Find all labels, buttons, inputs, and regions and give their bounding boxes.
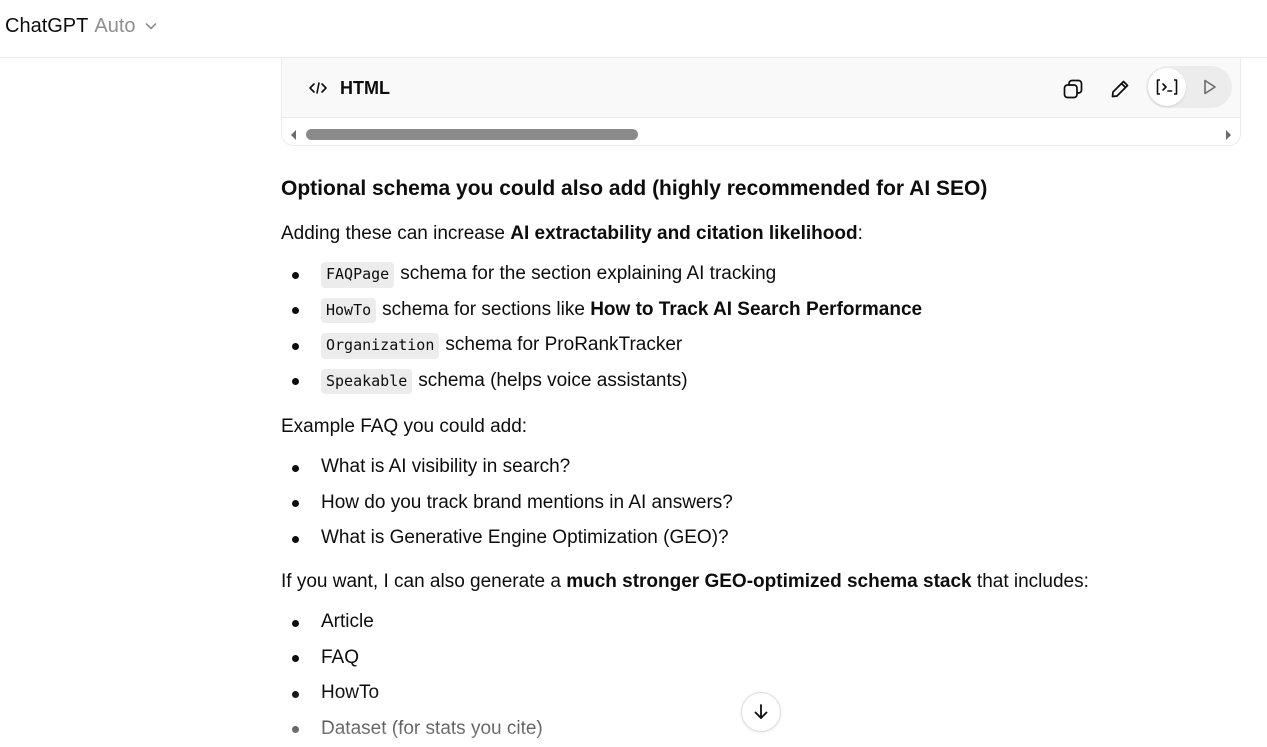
code-icon — [308, 80, 328, 96]
list-item-text: schema for ProRankTracker — [445, 333, 682, 358]
play-icon — [1199, 77, 1219, 97]
edit-icon — [1109, 78, 1131, 100]
intro-text: Adding these can increase — [281, 223, 510, 244]
intro-paragraph: Adding these can increase AI extractabil… — [281, 222, 863, 247]
intro-suffix: : — [858, 223, 863, 244]
horizontal-scrollbar[interactable] — [282, 126, 1240, 144]
list-item: Organizationschema for ProRankTracker — [281, 328, 922, 364]
scroll-left-arrow-icon[interactable] — [288, 128, 298, 142]
list-item: FAQ — [281, 641, 543, 677]
preview-button[interactable] — [1190, 68, 1228, 106]
code-block: HTML — [281, 58, 1241, 146]
edit-button[interactable] — [1101, 70, 1139, 108]
inline-code: Speakable — [321, 369, 412, 395]
list-item: Speakableschema (helps voice assistants) — [281, 364, 922, 400]
list-item: HowTo — [281, 676, 543, 712]
section-heading: Optional schema you could also add (high… — [281, 175, 987, 202]
scrollbar-thumb[interactable] — [306, 129, 638, 140]
offer-paragraph: If you want, I can also generate a much … — [281, 570, 1089, 595]
list-item: Dataset (for stats you cite) — [281, 712, 543, 747]
list-item-text: schema for sections like — [382, 298, 590, 323]
model-name: ChatGPT — [5, 15, 88, 38]
code-language-label: HTML — [340, 78, 390, 99]
code-view-icon — [1155, 77, 1179, 97]
faq-list: What is AI visibility in search? How do … — [281, 450, 733, 557]
stack-list: Article FAQ HowTo Dataset (for stats you… — [281, 605, 543, 747]
model-variant: Auto — [94, 15, 135, 38]
list-item: What is Generative Engine Optimization (… — [281, 521, 733, 557]
offer-text: If you want, I can also generate a — [281, 571, 566, 592]
schema-list: FAQPageschema for the section explaining… — [281, 257, 922, 399]
view-toggle — [1146, 66, 1232, 108]
list-item-text: schema for the section explaining AI tra… — [400, 262, 776, 287]
list-item-text: schema (helps voice assistants) — [418, 369, 687, 394]
offer-suffix: that includes: — [972, 571, 1089, 592]
chevron-down-icon — [143, 18, 159, 34]
list-item: HowToschema for sections like How to Tra… — [281, 293, 922, 329]
copy-button[interactable] — [1054, 70, 1092, 108]
offer-bold-text: much stronger GEO-optimized schema stack — [566, 571, 971, 592]
copy-icon — [1062, 78, 1084, 100]
scroll-right-arrow-icon[interactable] — [1224, 128, 1234, 142]
code-block-header: HTML — [282, 58, 1240, 118]
arrow-down-icon — [751, 702, 771, 722]
code-view-button[interactable] — [1148, 68, 1186, 106]
list-item: What is AI visibility in search? — [281, 450, 733, 486]
list-item: FAQPageschema for the section explaining… — [281, 257, 922, 293]
list-item-bold-text: How to Track AI Search Performance — [590, 298, 922, 323]
list-item: Article — [281, 605, 543, 641]
top-bar: ChatGPT Auto — [0, 0, 1267, 58]
inline-code: Organization — [321, 333, 439, 359]
list-item: How do you track brand mentions in AI an… — [281, 486, 733, 522]
faq-intro: Example FAQ you could add: — [281, 415, 527, 440]
inline-code: FAQPage — [321, 262, 394, 288]
scroll-to-bottom-button[interactable] — [741, 692, 781, 732]
model-selector[interactable]: ChatGPT Auto — [5, 11, 159, 41]
intro-bold-text: AI extractability and citation likelihoo… — [510, 223, 857, 244]
inline-code: HowTo — [321, 298, 376, 324]
